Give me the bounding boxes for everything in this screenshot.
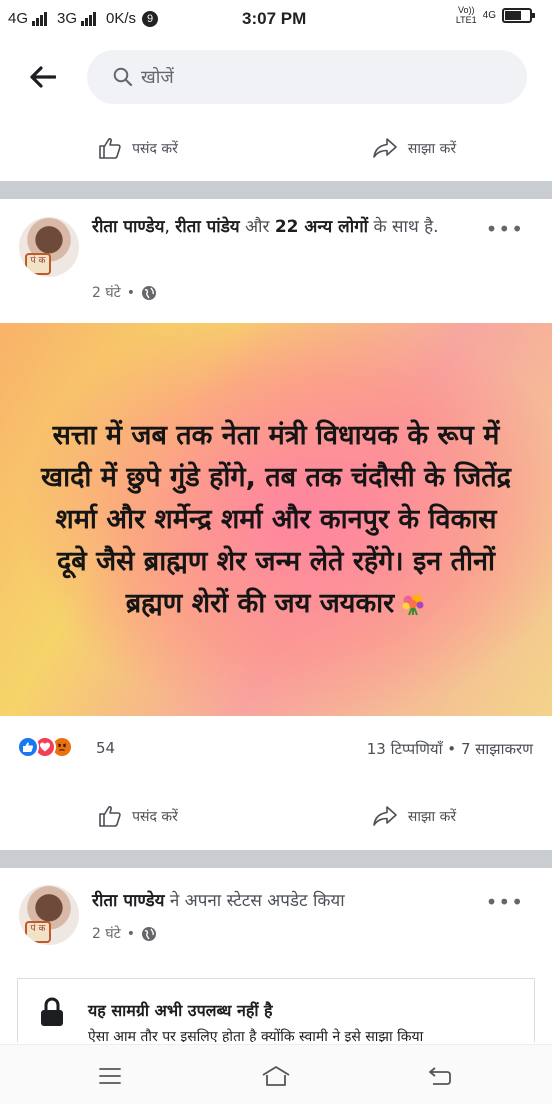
post-1-header: पं क रीता पाण्डेय, रीता पांडेय और 22 अन्…	[0, 199, 552, 323]
post-time[interactable]: 2 घंटे	[92, 924, 121, 943]
post-1-more-button[interactable]: •••	[486, 217, 524, 241]
post-1-title: रीता पाण्डेय, रीता पांडेय और 22 अन्य लोग…	[92, 214, 472, 240]
post-1-stats: 13 टिप्पणियाँ • 7 साझाकरण	[367, 739, 533, 759]
share-label: साझा करें	[407, 808, 457, 825]
status-right: Vo)) LTE1 4G	[456, 5, 535, 25]
system-nav-bar	[0, 1044, 552, 1104]
back-arrow-icon	[30, 66, 56, 88]
meta-dot: •	[126, 925, 135, 942]
menu-icon	[99, 1068, 121, 1084]
search-input[interactable]	[141, 66, 501, 88]
lock-icon	[41, 997, 63, 1026]
post-2-more-button[interactable]: •••	[486, 890, 524, 914]
share-icon	[373, 806, 397, 826]
back-nav-button[interactable]	[420, 1061, 460, 1091]
globe-icon	[141, 285, 156, 300]
avatar-stamp: पं क	[25, 921, 51, 943]
battery-icon	[502, 7, 535, 23]
reaction-count[interactable]: 54	[96, 739, 115, 757]
comma: ,	[164, 217, 176, 237]
post-separator	[0, 850, 552, 868]
network-4g-label: 4G	[482, 9, 496, 21]
post-2-title: रीता पाण्डेय ने अपना स्टेटस अपडेट किया	[92, 888, 472, 914]
joiner-text: और	[239, 217, 275, 237]
post-1-reactions-row: 54 13 टिप्पणियाँ • 7 साझाकरण	[0, 726, 552, 770]
post-1-image[interactable]: सत्ता में जब तक नेता मंत्री विधायक के रू…	[0, 323, 552, 716]
volte-indicator: Vo)) LTE1	[456, 5, 477, 25]
status-update-text: ने अपना स्टेटस अपडेट किया	[164, 891, 345, 911]
others-link[interactable]: 22 अन्य लोगों	[275, 217, 368, 237]
status-bar: 4G 3G 0K/s 9 3:07 PM Vo)) LTE1 4G	[0, 0, 552, 40]
back-button[interactable]	[26, 60, 60, 94]
post-time[interactable]: 2 घंटे	[92, 283, 121, 302]
avatar[interactable]: पं क	[19, 885, 79, 945]
menu-button[interactable]	[90, 1061, 130, 1091]
volte-label: Vo))	[457, 5, 475, 15]
data-speed: 0K/s	[106, 10, 137, 27]
search-icon	[113, 67, 133, 87]
unavailable-subtitle: ऐसा आम तौर पर इसलिए होता है क्योंकि स्वा…	[88, 1029, 424, 1042]
share-button[interactable]: साझा करें	[276, 786, 552, 846]
avatar-stamp: पं क	[25, 253, 51, 275]
author-name-1[interactable]: रीता पाण्डेय	[92, 217, 164, 237]
content-unavailable-card[interactable]: यह सामग्री अभी उपलब्ध नहीं है ऐसा आम तौर…	[17, 978, 535, 1042]
like-label: पसंद करें	[132, 140, 178, 157]
thumbs-up-icon	[99, 138, 121, 159]
post-separator	[0, 181, 552, 199]
reaction-icons[interactable]	[17, 736, 73, 758]
avatar[interactable]: पं क	[19, 217, 79, 277]
flower-bouquet-icon	[402, 594, 424, 616]
like-label: पसंद करें	[132, 808, 178, 825]
author-name-2[interactable]: रीता पांडेय	[175, 217, 239, 237]
suffix-text: के साथ है.	[368, 217, 439, 237]
notification-count-badge: 9	[142, 10, 159, 27]
share-icon	[373, 138, 397, 158]
like-button[interactable]: पसंद करें	[0, 786, 276, 846]
like-reaction-icon	[17, 736, 39, 758]
search-header	[0, 40, 552, 116]
back-nav-icon	[429, 1067, 451, 1085]
clock: 3:07 PM	[242, 9, 307, 28]
post-1-actions: पसंद करें साझा करें	[0, 786, 552, 846]
home-icon	[262, 1066, 290, 1086]
network-label-1: 4G	[8, 10, 29, 27]
status-left: 4G 3G 0K/s 9	[8, 10, 159, 27]
post-image-text-block: सत्ता में जब तक नेता मंत्री विधायक के रू…	[41, 415, 511, 625]
battery-level	[505, 10, 522, 20]
share-button[interactable]: साझा करें	[276, 118, 552, 178]
signal-icon	[32, 11, 48, 26]
globe-icon	[141, 926, 156, 941]
meta-dot: •	[126, 284, 135, 301]
post-2-meta: 2 घंटे •	[92, 924, 157, 943]
unavailable-title: यह सामग्री अभी उपलब्ध नहीं है	[88, 1001, 273, 1020]
shares-count[interactable]: 7 साझाकरण	[461, 740, 533, 758]
post-2-header: पं क रीता पाण्डेय ने अपना स्टेटस अपडेट क…	[0, 868, 552, 978]
share-label: साझा करें	[407, 140, 457, 157]
lte-label: LTE1	[455, 15, 477, 25]
like-button[interactable]: पसंद करें	[0, 118, 276, 178]
post-image-text: सत्ता में जब तक नेता मंत्री विधायक के रू…	[41, 419, 511, 619]
search-box[interactable]	[87, 50, 527, 104]
signal-icon-2	[81, 11, 97, 26]
stats-dot: •	[447, 740, 457, 758]
post-1-meta: 2 घंटे •	[92, 283, 157, 302]
previous-post-actions: पसंद करें साझा करें	[0, 118, 552, 178]
home-button[interactable]	[256, 1061, 296, 1091]
author-name[interactable]: रीता पाण्डेय	[92, 891, 164, 911]
thumbs-up-icon	[99, 806, 121, 827]
network-label-2: 3G	[57, 10, 78, 27]
comments-count[interactable]: 13 टिप्पणियाँ	[367, 740, 443, 758]
